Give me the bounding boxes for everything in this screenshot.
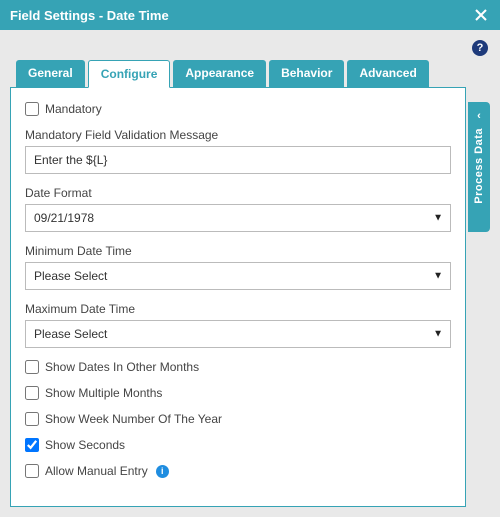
title-bar: Field Settings - Date Time: [0, 0, 500, 30]
process-data-label: Process Data: [473, 128, 485, 204]
allow-manual-checkbox[interactable]: [25, 464, 39, 478]
tab-strip: General Configure Appearance Behavior Ad…: [10, 60, 490, 88]
min-datetime-select[interactable]: Please Select: [25, 262, 451, 290]
show-seconds-row: Show Seconds: [25, 438, 451, 452]
dialog-body: ? General Configure Appearance Behavior …: [0, 30, 500, 517]
tab-advanced[interactable]: Advanced: [347, 60, 428, 88]
help-row: ?: [10, 38, 490, 58]
tab-behavior[interactable]: Behavior: [269, 60, 344, 88]
min-datetime-label: Minimum Date Time: [25, 244, 451, 258]
date-format-label: Date Format: [25, 186, 451, 200]
close-icon: [475, 9, 487, 21]
allow-manual-row: Allow Manual Entry i: [25, 464, 451, 478]
show-multiple-months-checkbox[interactable]: [25, 386, 39, 400]
mandatory-checkbox[interactable]: [25, 102, 39, 116]
close-button[interactable]: [472, 6, 490, 24]
show-week-num-checkbox[interactable]: [25, 412, 39, 426]
dialog-title: Field Settings - Date Time: [10, 8, 472, 23]
date-format-select[interactable]: 09/21/1978: [25, 204, 451, 232]
date-format-select-wrap: 09/21/1978 ▼: [25, 204, 451, 232]
tab-general[interactable]: General: [16, 60, 85, 88]
process-data-side-tab[interactable]: ‹ Process Data: [468, 102, 490, 232]
info-icon[interactable]: i: [156, 465, 169, 478]
min-datetime-select-wrap: Please Select ▼: [25, 262, 451, 290]
mandatory-label: Mandatory: [45, 102, 102, 116]
show-week-num-row: Show Week Number Of The Year: [25, 412, 451, 426]
validation-msg-input[interactable]: [25, 146, 451, 174]
max-datetime-select[interactable]: Please Select: [25, 320, 451, 348]
mandatory-row: Mandatory: [25, 102, 451, 116]
configure-panel: Mandatory Mandatory Field Validation Mes…: [10, 87, 466, 507]
max-datetime-select-wrap: Please Select ▼: [25, 320, 451, 348]
show-multiple-months-row: Show Multiple Months: [25, 386, 451, 400]
show-other-months-row: Show Dates In Other Months: [25, 360, 451, 374]
show-other-months-checkbox[interactable]: [25, 360, 39, 374]
show-other-months-label: Show Dates In Other Months: [45, 360, 199, 374]
chevron-left-icon: ‹: [477, 110, 481, 122]
help-icon[interactable]: ?: [472, 40, 488, 56]
tab-appearance[interactable]: Appearance: [173, 60, 266, 88]
show-multiple-months-label: Show Multiple Months: [45, 386, 162, 400]
show-seconds-checkbox[interactable]: [25, 438, 39, 452]
validation-msg-label: Mandatory Field Validation Message: [25, 128, 451, 142]
show-week-num-label: Show Week Number Of The Year: [45, 412, 222, 426]
content-wrap: Mandatory Mandatory Field Validation Mes…: [10, 88, 490, 507]
max-datetime-label: Maximum Date Time: [25, 302, 451, 316]
allow-manual-label: Allow Manual Entry: [45, 464, 148, 478]
tab-configure[interactable]: Configure: [88, 60, 171, 88]
show-seconds-label: Show Seconds: [45, 438, 125, 452]
